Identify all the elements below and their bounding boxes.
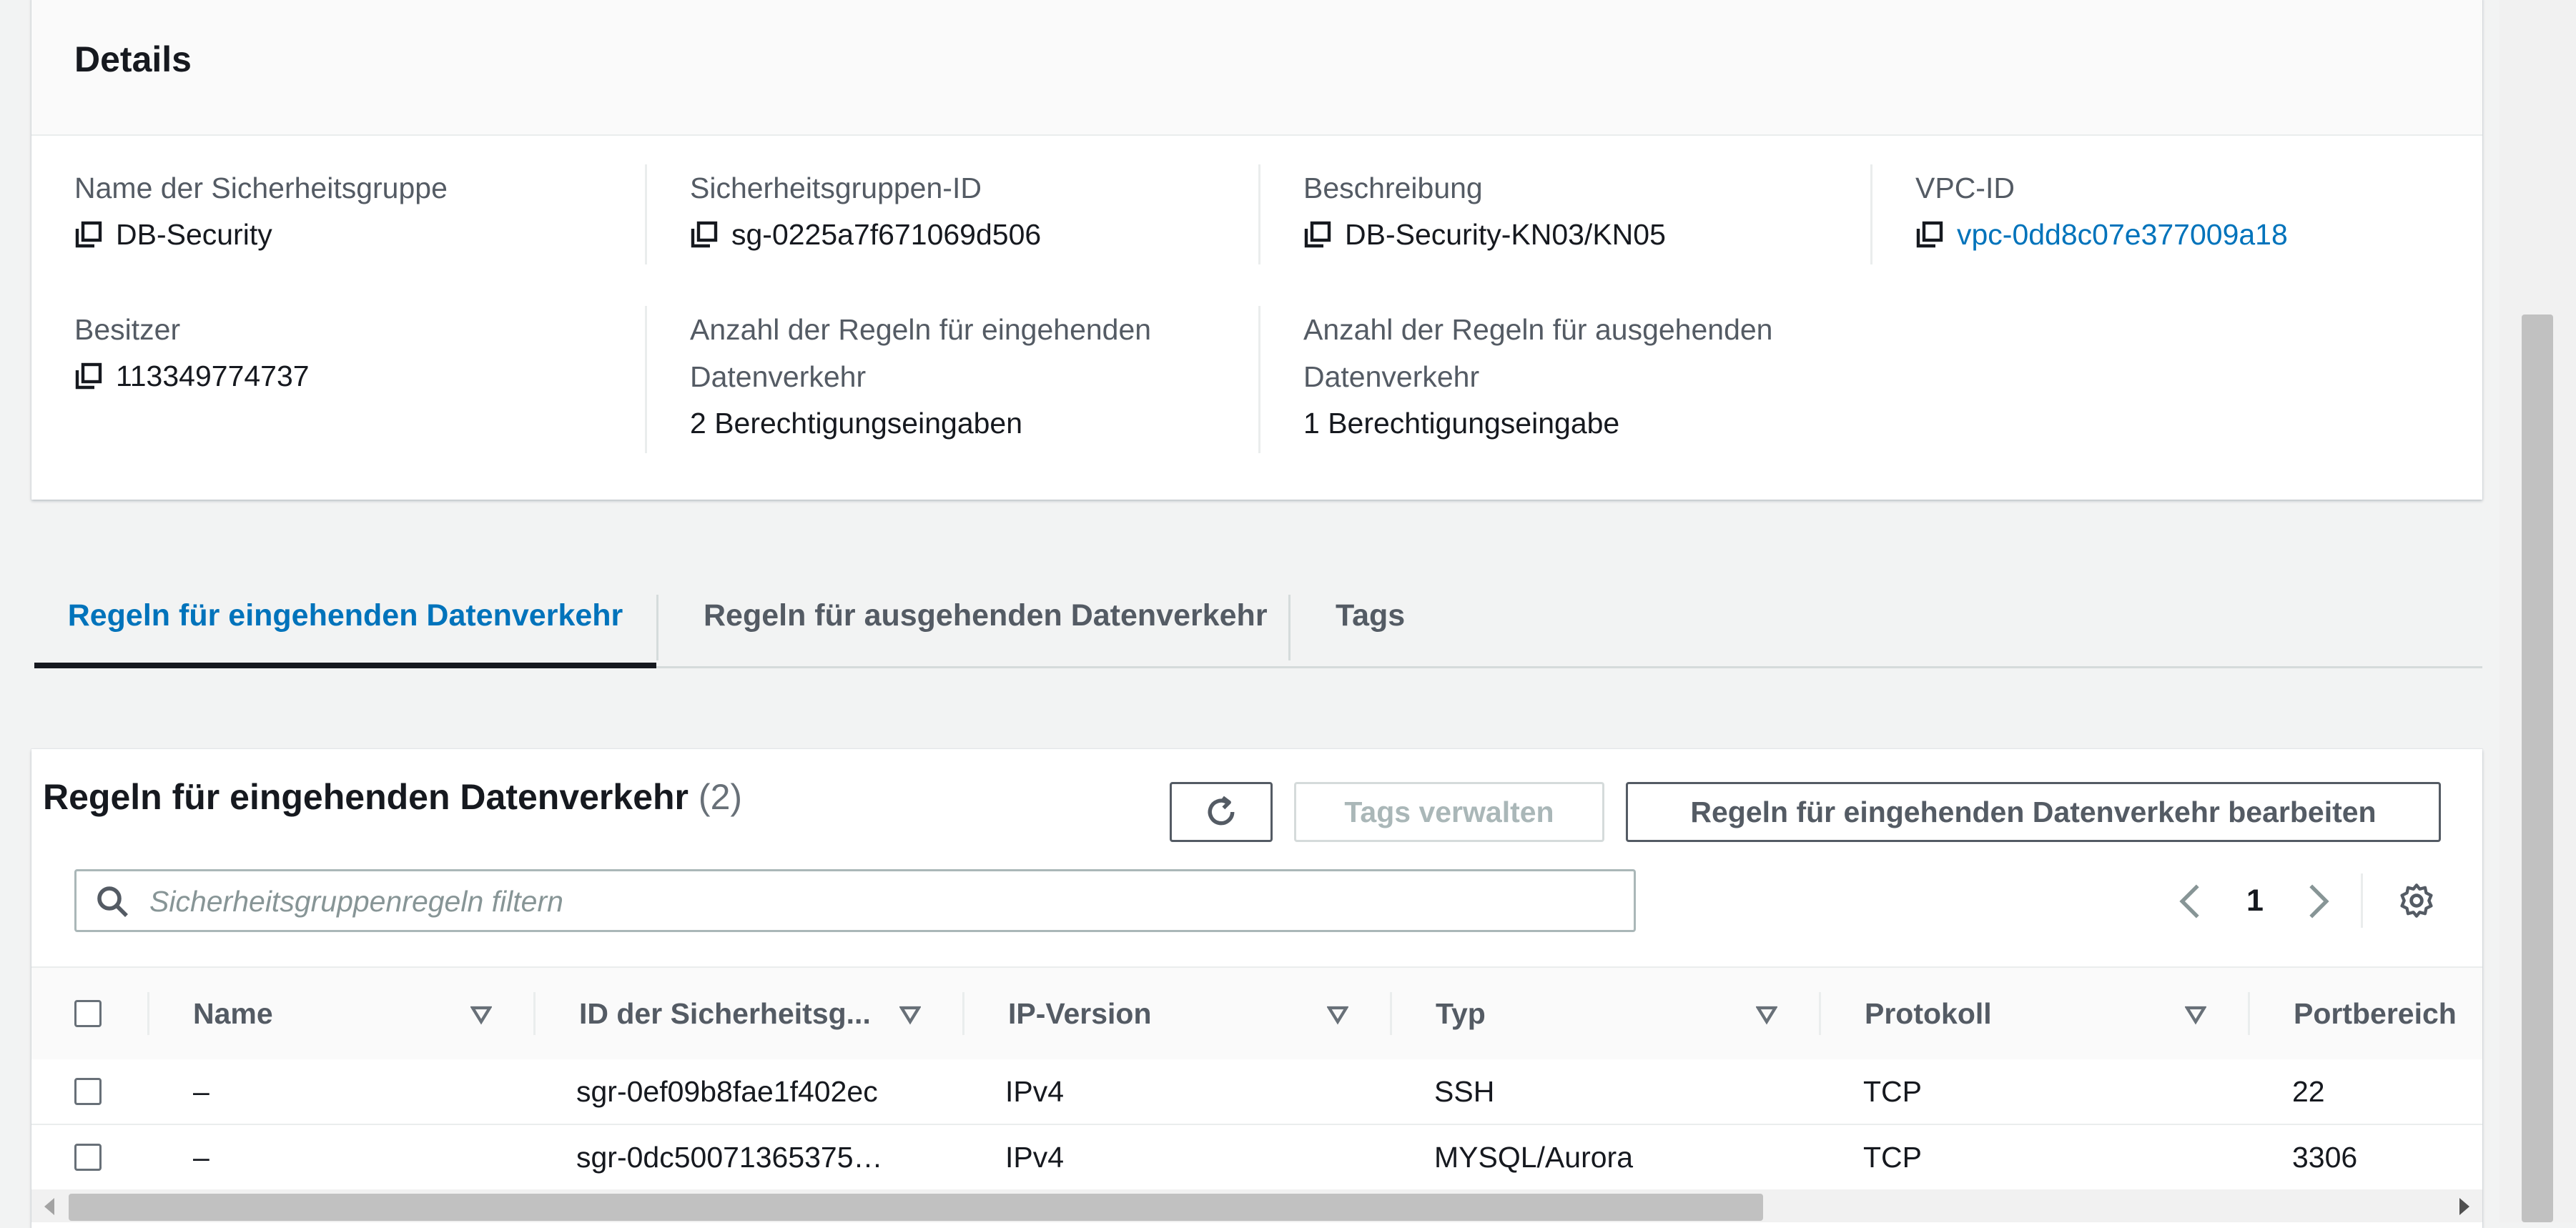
cell-port-range: 3306 <box>2292 1141 2358 1174</box>
cell-type: MYSQL/Aurora <box>1434 1141 1633 1174</box>
tab-divider <box>1288 595 1291 660</box>
field-label: Beschreibung <box>1303 172 1483 204</box>
cell-name: – <box>193 1075 209 1108</box>
table-row[interactable]: – sgr-0dc50071365375… IPv4 MYSQL/Aurora … <box>31 1125 2482 1191</box>
rules-title: Regeln für eingehenden Datenverkehr (2) <box>43 776 742 818</box>
cell-port-range: 22 <box>2292 1075 2325 1108</box>
cell-ip-version: IPv4 <box>1005 1141 1065 1174</box>
page-scrollbar[interactable] <box>2499 0 2576 1222</box>
tab-divider <box>656 595 658 660</box>
table-row[interactable]: – sgr-0ef09b8fae1f402ec IPv4 SSH TCP 22 <box>31 1059 2482 1125</box>
scroll-right-icon[interactable] <box>2459 1198 2469 1215</box>
field-value: 2 Berechtigungseingaben <box>690 407 1023 440</box>
tab-inbound-rules[interactable]: Regeln für eingehenden Datenverkehr <box>34 565 656 668</box>
copy-icon[interactable] <box>1915 220 1944 249</box>
cell-ip-version: IPv4 <box>1005 1075 1065 1108</box>
details-header: Details <box>31 0 2482 136</box>
rules-count: (2) <box>698 777 743 817</box>
field-value: sg-0225a7f671069d506 <box>731 218 1042 251</box>
table-scrollbar-thumb[interactable] <box>69 1194 1763 1221</box>
field-label: Name der Sicherheitsgruppe <box>74 172 448 204</box>
details-panel: Details Name der Sicherheitsgruppe DB-Se… <box>31 0 2482 500</box>
details-title: Details <box>74 39 192 79</box>
field-sg-name: Name der Sicherheitsgruppe DB-Security <box>74 164 448 257</box>
cell-sg-rule-id: sgr-0ef09b8fae1f402ec <box>576 1075 878 1108</box>
row-checkbox[interactable] <box>74 1144 102 1171</box>
sort-caret-icon[interactable] <box>1327 1004 1348 1025</box>
rules-search-input[interactable] <box>148 877 1624 926</box>
edit-inbound-rules-button[interactable]: Regeln für eingehenden Datenverkehr bear… <box>1626 782 2441 842</box>
manage-tags-button[interactable]: Tags verwalten <box>1294 782 1604 842</box>
sort-caret-icon[interactable] <box>2185 1004 2206 1025</box>
sort-caret-icon[interactable] <box>899 1004 921 1025</box>
field-label: Anzahl der Regeln für ausgehenden Datenv… <box>1303 313 1773 393</box>
copy-icon[interactable] <box>74 220 103 249</box>
refresh-icon <box>1208 796 1235 826</box>
sort-caret-icon[interactable] <box>470 1004 492 1025</box>
cell-protocol: TCP <box>1863 1075 1922 1108</box>
field-label: Anzahl der Regeln für eingehenden Datenv… <box>690 313 1152 393</box>
column-header-type[interactable]: Typ <box>1436 968 1486 1059</box>
column-divider <box>533 992 536 1035</box>
column-header-protocol[interactable]: Protokoll <box>1865 968 1992 1059</box>
field-label: VPC-ID <box>1915 172 2015 204</box>
field-vpc-id: VPC-ID vpc-0dd8c07e377009a18 <box>1870 164 2288 264</box>
rules-title-text: Regeln für eingehenden Datenverkehr <box>43 777 689 817</box>
field-owner: Besitzer 113349774737 <box>74 306 310 399</box>
gear-icon[interactable] <box>2398 882 2435 919</box>
column-divider <box>1390 992 1392 1035</box>
tab-outbound-rules[interactable]: Regeln für ausgehenden Datenverkehr <box>661 565 1311 666</box>
cell-protocol: TCP <box>1863 1141 1922 1174</box>
sort-caret-icon[interactable] <box>1756 1004 1777 1025</box>
rules-tabs: Regeln für eingehenden Datenverkehr Rege… <box>34 565 2482 668</box>
refresh-button[interactable] <box>1170 782 1273 842</box>
table-horizontal-scrollbar[interactable] <box>31 1189 2482 1222</box>
current-page[interactable]: 1 <box>2246 873 2264 928</box>
column-divider <box>962 992 964 1035</box>
field-value: 113349774737 <box>116 360 310 392</box>
column-header-name[interactable]: Name <box>193 968 273 1059</box>
pager-divider <box>2361 873 2363 928</box>
cell-name: – <box>193 1141 209 1174</box>
vpc-link[interactable]: vpc-0dd8c07e377009a18 <box>1957 212 2288 257</box>
field-label: Sicherheitsgruppen-ID <box>690 172 982 204</box>
page-scrollbar-thumb[interactable] <box>2522 315 2553 1222</box>
cell-type: SSH <box>1434 1075 1495 1108</box>
search-icon <box>97 886 128 917</box>
cell-sg-rule-id: sgr-0dc50071365375… <box>576 1141 883 1174</box>
field-description: Beschreibung DB-Security-KN03/KN05 <box>1258 164 1666 264</box>
copy-icon[interactable] <box>1303 220 1332 249</box>
field-value: DB-Security <box>116 218 272 251</box>
column-header-port-range[interactable]: Portbereich <box>2294 968 2457 1059</box>
field-inbound-count: Anzahl der Regeln für eingehenden Datenv… <box>645 306 1219 453</box>
select-all-checkbox[interactable] <box>74 1000 102 1027</box>
column-divider <box>1819 992 1821 1035</box>
column-divider <box>147 992 149 1035</box>
column-header-ip-version[interactable]: IP-Version <box>1008 968 1152 1059</box>
column-header-sg-id[interactable]: ID der Sicherheitsg... <box>579 968 871 1059</box>
tab-tags[interactable]: Tags <box>1293 565 1448 666</box>
copy-icon[interactable] <box>690 220 719 249</box>
copy-icon[interactable] <box>74 362 103 390</box>
previous-page-icon[interactable] <box>2178 882 2202 921</box>
row-checkbox[interactable] <box>74 1078 102 1105</box>
next-page-icon[interactable] <box>2306 882 2331 921</box>
field-value: 1 Berechtigungseingabe <box>1303 407 1620 440</box>
rules-table-header: Name ID der Sicherheitsg... IP-Version T… <box>31 966 2482 1061</box>
field-label: Besitzer <box>74 313 181 346</box>
field-sg-id: Sicherheitsgruppen-ID sg-0225a7f671069d5… <box>645 164 1041 264</box>
field-outbound-count: Anzahl der Regeln für ausgehenden Datenv… <box>1258 306 1832 453</box>
field-value: DB-Security-KN03/KN05 <box>1345 218 1666 251</box>
scroll-left-icon[interactable] <box>44 1198 54 1215</box>
column-divider <box>2248 992 2250 1035</box>
rules-filter <box>74 869 1636 932</box>
